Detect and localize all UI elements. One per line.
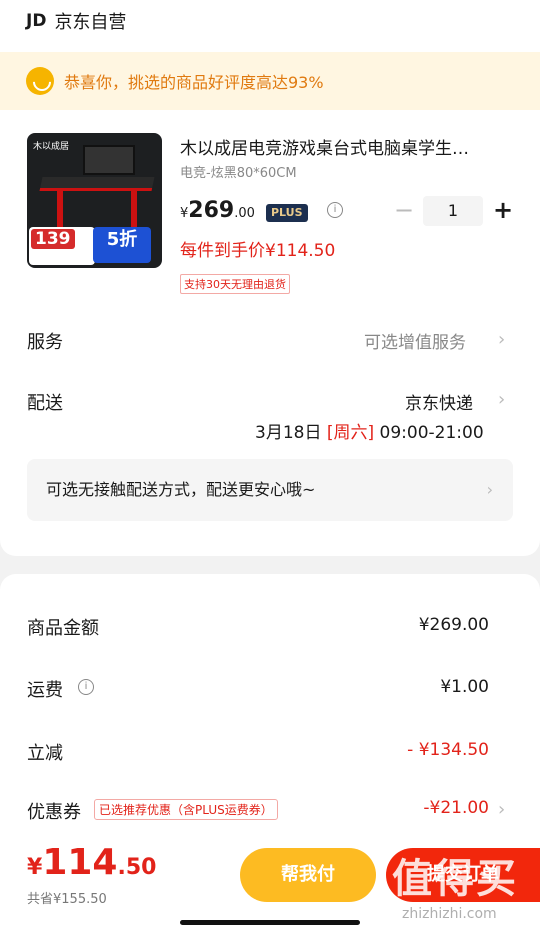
product-spec: 电竞-炫黑80*60CM bbox=[180, 166, 297, 181]
total-saved: 共省¥155.50 bbox=[27, 892, 107, 907]
thumb-discount: 5折 bbox=[93, 227, 151, 263]
net-price: 每件到手价¥114.50 bbox=[180, 241, 336, 261]
chevron-right-icon[interactable]: › bbox=[498, 329, 505, 350]
coupon-label: 优惠券 bbox=[27, 802, 81, 823]
price-int: 269 bbox=[188, 198, 235, 223]
quantity-field[interactable]: 1 bbox=[423, 196, 483, 226]
delivery-label: 配送 bbox=[27, 393, 63, 414]
total-int: 114 bbox=[42, 842, 118, 883]
coupon-value[interactable]: -¥21.00 bbox=[423, 798, 489, 818]
delivery-time: 09:00-21:00 bbox=[379, 423, 484, 443]
plus-badge: PLUS bbox=[266, 204, 308, 222]
delivery-carrier[interactable]: 京东快递 bbox=[405, 389, 473, 414]
contactless-text: 可选无接触配送方式，配送更安心哦~ bbox=[46, 480, 316, 499]
quantity-increase-button[interactable]: + bbox=[492, 196, 514, 224]
desk-graphic bbox=[39, 177, 155, 191]
monitor-graphic bbox=[83, 145, 135, 175]
goods-amount-label: 商品金额 bbox=[27, 618, 99, 639]
quantity-decrease-button[interactable]: − bbox=[394, 196, 414, 224]
service-label: 服务 bbox=[27, 332, 63, 353]
delivery-date[interactable]: 3月18日 [周六] 09:00-21:00 bbox=[255, 418, 484, 443]
chevron-right-icon: › bbox=[486, 480, 493, 499]
discount-label: 立减 bbox=[27, 743, 63, 764]
help-me-pay-button[interactable]: 帮我付 bbox=[240, 848, 376, 902]
freight-value: ¥1.00 bbox=[440, 677, 489, 697]
rating-banner: 恭喜你，挑选的商品好评度高达93% bbox=[0, 52, 540, 110]
delivery-weekday: [周六] bbox=[326, 423, 375, 443]
coupon-tag[interactable]: 已选推荐优惠（含PLUS运费券） bbox=[94, 799, 278, 820]
total-price: ¥114.50 bbox=[27, 842, 156, 883]
product-price: ¥269.00 bbox=[180, 198, 255, 223]
store-header[interactable]: JD 京东自营 bbox=[26, 8, 126, 34]
total-dec: .50 bbox=[117, 855, 157, 880]
info-icon[interactable]: i bbox=[78, 679, 94, 695]
home-indicator[interactable] bbox=[180, 920, 360, 925]
freight-label: 运费 bbox=[27, 680, 63, 701]
chevron-right-icon[interactable]: › bbox=[498, 799, 505, 820]
product-title[interactable]: 木以成居电竞游戏桌台式电脑桌学生… bbox=[180, 134, 510, 159]
chevron-right-icon[interactable]: › bbox=[498, 389, 505, 410]
banner-text: 恭喜你，挑选的商品好评度高达93% bbox=[64, 73, 324, 92]
info-icon[interactable]: i bbox=[327, 202, 343, 218]
contactless-delivery-option[interactable]: 可选无接触配送方式，配送更安心哦~ › bbox=[27, 459, 513, 521]
price-dec: .00 bbox=[234, 206, 255, 221]
watermark-url: zhizhizhi.com bbox=[402, 906, 497, 922]
return-policy-tag: 支持30天无理由退货 bbox=[180, 274, 290, 294]
order-card: JD 京东自营 恭喜你，挑选的商品好评度高达93% 木以成居 139 5折 木以… bbox=[0, 0, 540, 556]
smile-icon bbox=[26, 67, 54, 95]
delivery-day: 3月18日 bbox=[255, 423, 322, 443]
discount-value: - ¥134.50 bbox=[407, 740, 489, 760]
service-value[interactable]: 可选增值服务 bbox=[364, 328, 466, 353]
total-symbol: ¥ bbox=[27, 855, 43, 880]
jd-logo: JD bbox=[26, 11, 47, 31]
thumb-price: 139 bbox=[31, 229, 75, 249]
goods-amount-value: ¥269.00 bbox=[418, 615, 489, 635]
product-image[interactable]: 木以成居 139 5折 bbox=[27, 133, 162, 268]
store-name: 京东自营 bbox=[54, 12, 127, 33]
thumb-logo: 木以成居 bbox=[33, 142, 70, 152]
watermark-logo: 值得买 bbox=[392, 856, 518, 902]
